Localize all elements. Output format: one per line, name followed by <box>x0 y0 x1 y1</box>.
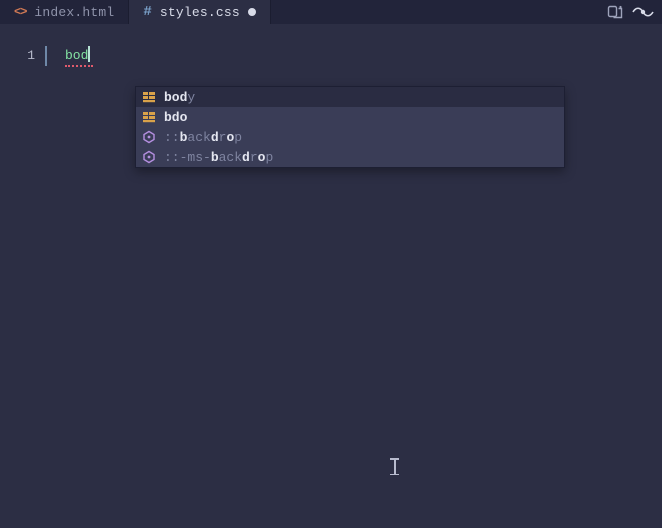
tabbar-actions <box>606 0 662 24</box>
suggestion-item[interactable]: body <box>136 87 564 107</box>
dirty-indicator-icon <box>248 8 256 16</box>
struct-icon <box>142 90 156 104</box>
typed-text: bod <box>47 46 88 66</box>
code-line-1[interactable]: bod <box>45 46 662 66</box>
compare-changes-icon[interactable] <box>606 3 624 21</box>
suggestion-item[interactable]: bdo <box>136 107 564 127</box>
suggestion-label: ::-ms-backdrop <box>164 150 273 165</box>
struct-icon <box>142 110 156 124</box>
suggestion-label: bdo <box>164 110 187 125</box>
snippet-icon <box>142 130 156 144</box>
tab-label: styles.css <box>160 5 240 20</box>
tab-label: index.html <box>34 5 114 20</box>
tab-styles-css[interactable]: # styles.css <box>129 0 270 24</box>
line-number: 1 <box>0 46 45 66</box>
code-content[interactable]: bod bodybdo::backdrop::-ms-backdrop <box>45 24 662 528</box>
line-number-gutter: 1 <box>0 24 45 528</box>
suggestion-label: body <box>164 90 195 105</box>
snippet-icon <box>142 150 156 164</box>
suggestion-label: ::backdrop <box>164 130 242 145</box>
preview-icon[interactable] <box>632 5 654 19</box>
suggestion-item[interactable]: ::-ms-backdrop <box>136 147 564 167</box>
editor-area[interactable]: 1 bod bodybdo::backdrop::-ms-backdrop <box>0 24 662 528</box>
suggestion-item[interactable]: ::backdrop <box>136 127 564 147</box>
text-caret <box>88 46 90 62</box>
autocomplete-popup[interactable]: bodybdo::backdrop::-ms-backdrop <box>135 86 565 168</box>
html-file-icon: <> <box>14 5 26 19</box>
tab-index-html[interactable]: <> index.html <box>0 0 129 24</box>
css-file-icon: # <box>143 4 151 20</box>
tab-bar: <> index.html # styles.css <box>0 0 662 24</box>
